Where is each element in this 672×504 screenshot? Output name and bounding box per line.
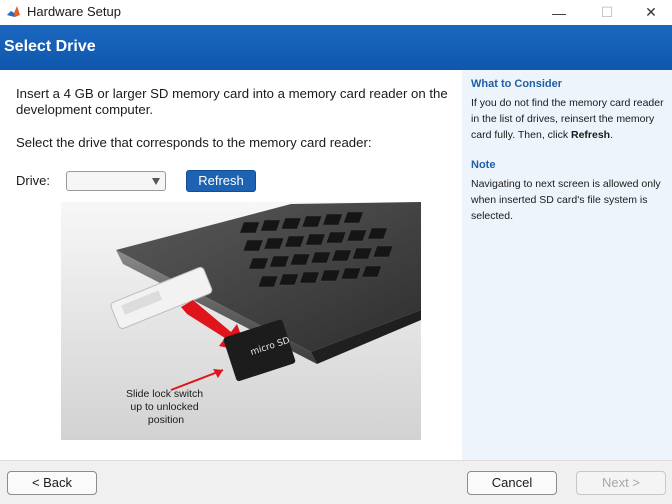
close-button[interactable]: ✕ bbox=[628, 0, 672, 25]
footer-bar: < Back Cancel Next > bbox=[0, 460, 672, 504]
drive-dropdown[interactable] bbox=[66, 171, 166, 191]
help-panel: What to Consider If you do not find the … bbox=[462, 70, 672, 460]
what-to-consider-heading: What to Consider bbox=[471, 78, 563, 90]
note-text: Navigating to next screen is allowed onl… bbox=[471, 178, 661, 222]
window-title: Hardware Setup bbox=[27, 4, 121, 19]
minimize-button[interactable]: — bbox=[536, 0, 582, 25]
caption-line-1: Slide lock switch bbox=[126, 388, 203, 400]
drive-label: Drive: bbox=[16, 173, 50, 188]
consider-text-refresh: Refresh bbox=[570, 129, 611, 141]
back-button[interactable]: < Back bbox=[7, 471, 97, 495]
instruction-insert-card: Insert a 4 GB or larger SD memory card i… bbox=[16, 86, 448, 117]
what-to-consider-text: If you do not find the memory card reade… bbox=[471, 95, 671, 143]
instruction-select-drive: Select the drive that corresponds to the… bbox=[16, 135, 372, 150]
note-heading: Note bbox=[471, 159, 496, 171]
title-bar: Hardware Setup — ☐ ✕ bbox=[0, 0, 672, 25]
matlab-icon bbox=[7, 6, 20, 17]
consider-text-part-2: . bbox=[610, 129, 614, 141]
page-title: Select Drive bbox=[4, 38, 96, 55]
main-panel: Insert a 4 GB or larger SD memory card i… bbox=[0, 70, 462, 460]
next-button[interactable]: Next > bbox=[576, 471, 666, 495]
cancel-button[interactable]: Cancel bbox=[467, 471, 557, 495]
refresh-button[interactable]: Refresh bbox=[186, 170, 256, 192]
page-header: Select Drive bbox=[0, 25, 672, 70]
chevron-down-icon bbox=[152, 178, 160, 185]
caption-line-2: up to unlocked bbox=[130, 401, 198, 413]
maximize-button[interactable]: ☐ bbox=[584, 0, 630, 25]
caption-line-3: position bbox=[148, 414, 184, 426]
consider-text-part-1: If you do not find the memory card reade… bbox=[471, 97, 664, 141]
sd-card-reader-photo: micro SD Slide lock switch up to unlocke… bbox=[61, 202, 421, 440]
